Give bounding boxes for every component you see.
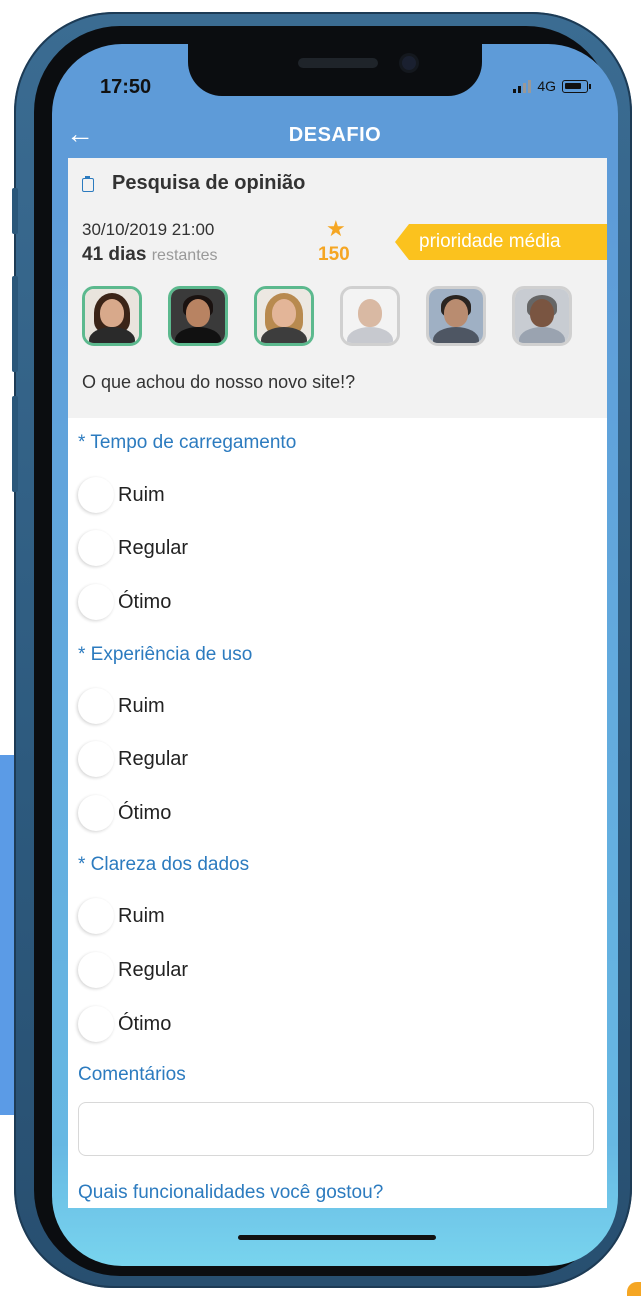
option-label: Ótimo [118, 801, 172, 824]
participants-list [82, 286, 572, 346]
radio-button[interactable] [78, 952, 114, 988]
radio-option[interactable]: Regular [78, 528, 188, 568]
signal-icon [513, 79, 532, 93]
option-label: Regular [118, 536, 189, 559]
battery-icon [562, 79, 591, 93]
radio-option[interactable]: Ótimo [78, 793, 171, 833]
nav-bar: ← DESAFIO [52, 116, 618, 156]
avatar[interactable] [254, 286, 314, 346]
camera [402, 56, 416, 70]
status-indicators: 4G [513, 78, 591, 94]
challenge-date: 30/10/2019 21:00 [82, 220, 215, 239]
option-label: Regular [118, 747, 189, 770]
days-count: 41 dias [82, 244, 147, 265]
radio-button[interactable] [78, 898, 114, 934]
option-label: Ruim [118, 694, 165, 717]
network-label: 4G [537, 78, 556, 94]
radio-button[interactable] [78, 530, 114, 566]
option-label: Ruim [118, 904, 165, 927]
radio-button[interactable] [78, 741, 114, 777]
days-suffix: restantes [151, 247, 218, 264]
speaker [298, 58, 378, 68]
question-label: * Experiência de uso [78, 644, 253, 665]
option-label: Ótimo [118, 1012, 172, 1035]
radio-button[interactable] [78, 584, 114, 620]
notch [188, 44, 482, 96]
radio-option[interactable]: Regular [78, 950, 188, 990]
radio-option[interactable]: Ótimo [78, 582, 171, 622]
question-label: Quais funcionalidades você gostou? [78, 1182, 384, 1203]
star-icon: ★ [326, 216, 346, 241]
page-title: DESAFIO [288, 124, 382, 146]
question-label: * Tempo de carregamento [78, 432, 297, 453]
radio-option[interactable]: Regular [78, 739, 188, 779]
radio-option[interactable]: Ótimo [78, 1004, 171, 1044]
days-remaining: 41 dias restantes [82, 244, 218, 266]
radio-button[interactable] [78, 1006, 114, 1042]
status-time: 17:50 [100, 76, 152, 98]
avatar[interactable] [168, 286, 228, 346]
radio-button[interactable] [78, 795, 114, 831]
comments-label: Comentários [78, 1064, 186, 1085]
phone-button [12, 396, 18, 492]
question-label: * Clareza dos dados [78, 854, 250, 875]
avatar[interactable] [512, 286, 572, 346]
avatar[interactable] [340, 286, 400, 346]
challenge-card: Pesquisa de opinião 30/10/2019 21:00 41 … [68, 158, 607, 1208]
comments-input[interactable] [78, 1102, 594, 1156]
challenge-title: Pesquisa de opinião [112, 172, 306, 194]
home-indicator[interactable] [238, 1235, 436, 1240]
radio-option[interactable]: Ruim [78, 896, 165, 936]
radio-button[interactable] [78, 688, 114, 724]
survey-question: O que achou do nosso novo site!? [82, 372, 356, 392]
radio-option[interactable]: Ruim [78, 686, 165, 726]
challenge-header: Pesquisa de opinião 30/10/2019 21:00 41 … [68, 158, 607, 418]
avatar[interactable] [426, 286, 486, 346]
background-accent [627, 1282, 641, 1296]
radio-button[interactable] [78, 477, 114, 513]
clipboard-icon [82, 176, 94, 192]
option-label: Regular [118, 958, 189, 981]
phone-button [12, 276, 18, 372]
option-label: Ótimo [118, 590, 172, 613]
option-label: Ruim [118, 483, 165, 506]
points-value: 150 [318, 244, 350, 265]
phone-button [12, 188, 18, 234]
app-screen: 17:50 4G ← DESAFIO Pesquisa de opinião 3… [52, 44, 618, 1266]
avatar[interactable] [82, 286, 142, 346]
priority-badge: prioridade média [395, 224, 607, 260]
radio-option[interactable]: Ruim [78, 475, 165, 515]
